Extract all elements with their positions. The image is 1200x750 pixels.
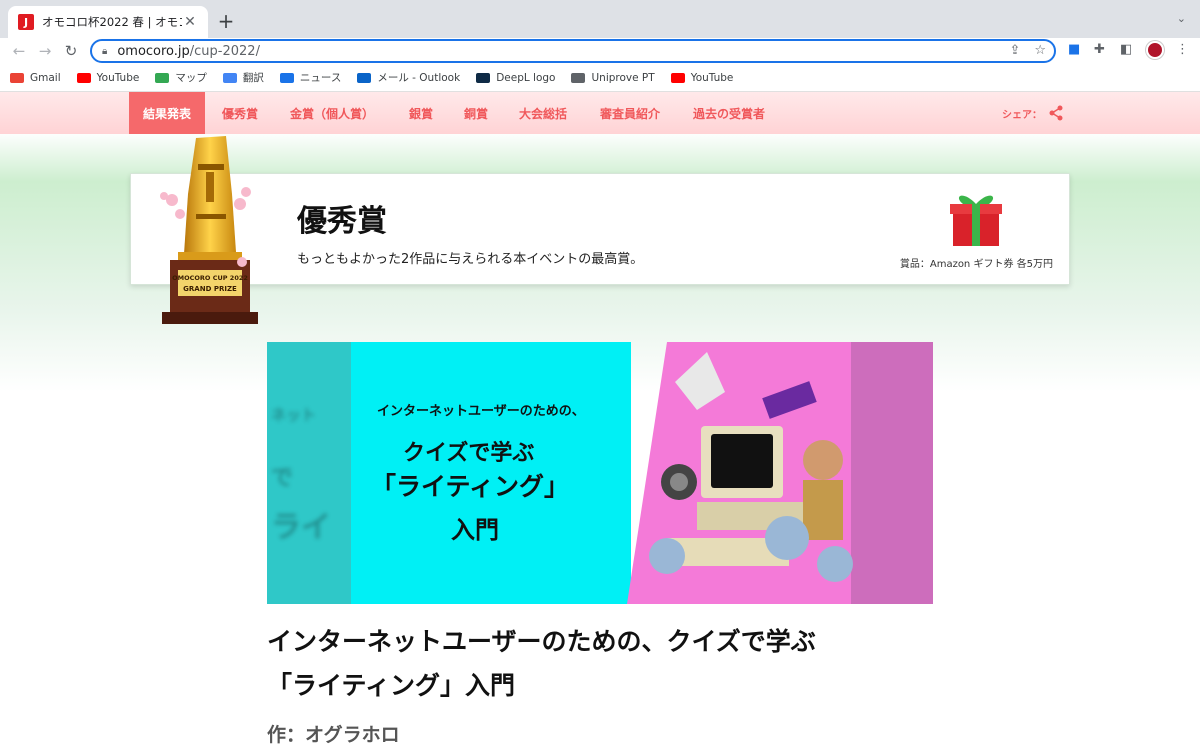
trophy-plate-line2: GRAND PRIZE	[183, 285, 237, 293]
tab-title: オモコロ杯2022 春 | オモコロ	[42, 15, 182, 29]
share-icon	[1049, 105, 1063, 121]
moai-trophy-image: OMOCORO CUP 2022 GRAND PRIZE	[160, 136, 258, 324]
nav-item-gold-award[interactable]: 金賞（個人賞）	[290, 92, 374, 134]
award-header-card: 優秀賞 もっともよかった2作品に与えられる本イベントの最高賞。 賞品：Amazo…	[130, 173, 1070, 285]
trophy-plate-line1: OMOCORO CUP 2022	[172, 274, 248, 282]
bookmark-label: メール - Outlook	[377, 72, 461, 84]
site-favicon-icon: J	[18, 14, 34, 30]
bookmark-item[interactable]: マップ	[155, 70, 207, 85]
nav-item-excellence-award[interactable]: 優秀賞	[222, 92, 258, 134]
translate-icon	[222, 72, 237, 83]
bookmark-item[interactable]: YouTube	[76, 71, 140, 84]
nav-item-results[interactable]: 結果発表	[129, 92, 206, 134]
deepl-icon	[476, 72, 491, 83]
url-host: omocoro.jp	[117, 43, 190, 59]
outlook-icon	[357, 72, 372, 83]
chat-extension-icon[interactable]: ■	[1068, 42, 1080, 57]
retro-computer-illustration	[627, 342, 933, 604]
back-icon[interactable]: ←	[6, 42, 32, 60]
banner-line-2: クイズで学ぶ	[403, 441, 535, 466]
nav-item-summary[interactable]: 大会総括	[519, 92, 567, 134]
url-path: /cup-2022/	[189, 43, 260, 59]
forward-icon[interactable]: →	[32, 42, 58, 60]
bookmark-label: マップ	[175, 72, 207, 84]
article-author: 作：オグラホロ	[267, 724, 400, 746]
nav-item-silver-award[interactable]: 銀賞	[409, 92, 433, 134]
page-content: 結果発表 優秀賞 金賞（個人賞） 銀賞 銅賞 大会総括 審査員紹介 過去の受賞者…	[0, 92, 1200, 750]
banner-line-3: 「ライティング」	[371, 472, 570, 501]
profile-avatar[interactable]	[1146, 41, 1164, 59]
maps-icon	[155, 72, 170, 83]
share-page-icon[interactable]: ⇪	[1009, 43, 1020, 58]
banner-line-4: 入門	[451, 516, 499, 544]
browser-toolbar: ← → ↻ 🔒︎ omocoro.jp/cup-2022/ ⇪ ☆ ■ ✚ ◧ …	[0, 38, 1200, 64]
article-hero-banner[interactable]: ネット で ライ インターネットユーザーのための、 クイズで学ぶ 「ライティング…	[267, 342, 933, 604]
banner-line-1: インターネットユーザーのための、	[377, 404, 585, 419]
bookmark-item[interactable]: DeepL logo	[476, 72, 555, 84]
globe-icon	[571, 72, 586, 83]
browser-tab[interactable]: J オモコロ杯2022 春 | オモコロ ✕	[8, 6, 208, 38]
bookmark-item[interactable]: Gmail	[10, 72, 61, 84]
article-title-line-2: 「ライティング」入門	[267, 671, 516, 700]
prize-text: 賞品：Amazon ギフト券 各5万円	[899, 259, 1053, 270]
extensions-puzzle-icon[interactable]: ✚	[1094, 42, 1105, 57]
bookmark-label: ニュース	[299, 72, 342, 84]
award-description: もっともよかった2作品に与えられる本イベントの最高賞。	[297, 252, 644, 267]
bookmark-item[interactable]: メール - Outlook	[357, 70, 460, 85]
close-tab-icon[interactable]: ✕	[182, 14, 198, 30]
share-label: シェア：	[1002, 109, 1042, 121]
news-icon	[279, 72, 294, 83]
youtube-icon	[76, 72, 91, 83]
tab-search-chevron-icon[interactable]: ⌄	[1177, 12, 1186, 25]
share-button[interactable]: シェア：	[1002, 92, 1064, 134]
new-tab-icon[interactable]: +	[216, 9, 236, 33]
reload-icon[interactable]: ↻	[58, 42, 84, 60]
bookmark-item[interactable]: 翻訳	[222, 70, 264, 85]
site-nav: 結果発表 優秀賞 金賞（個人賞） 銀賞 銅賞 大会総括 審査員紹介 過去の受賞者…	[0, 92, 1200, 134]
nav-item-judges[interactable]: 審査員紹介	[600, 92, 660, 134]
bookmark-item[interactable]: YouTube	[670, 71, 734, 84]
lock-icon[interactable]: 🔒︎	[102, 46, 107, 57]
banner-blurred-left-strip: ネット で ライ	[267, 342, 351, 604]
gmail-icon	[10, 72, 24, 83]
bookmark-label: 翻訳	[242, 72, 264, 84]
tab-strip: J オモコロ杯2022 春 | オモコロ ✕ + ⌄	[0, 0, 1200, 38]
nav-item-past-winners[interactable]: 過去の受賞者	[693, 92, 765, 134]
gift-box-icon	[950, 195, 1002, 246]
article-title-line-1: インターネットユーザーのための、クイズで学ぶ	[267, 627, 816, 656]
bookmark-label: YouTube	[690, 71, 734, 84]
article-title[interactable]: インターネットユーザーのための、クイズで学ぶ 「ライティング」入門	[267, 620, 967, 708]
side-panel-icon[interactable]: ◧	[1120, 42, 1132, 57]
address-bar[interactable]: 🔒︎ omocoro.jp/cup-2022/ ⇪ ☆	[90, 39, 1056, 63]
bookmark-label: Uniprove PT	[591, 71, 655, 84]
award-title: 優秀賞	[297, 204, 387, 239]
bookmark-label: YouTube	[96, 71, 140, 84]
bookmark-item[interactable]: ニュース	[279, 70, 342, 85]
nav-item-bronze-award[interactable]: 銅賞	[464, 92, 488, 134]
menu-kebab-icon[interactable]: ⋮	[1176, 42, 1189, 57]
bookmarks-bar: Gmail YouTube マップ 翻訳 ニュース メール - Outlook DeepL …	[0, 64, 1200, 92]
bookmark-star-icon[interactable]: ☆	[1034, 43, 1046, 58]
bookmark-label: DeepL logo	[496, 71, 556, 84]
youtube-icon	[670, 72, 685, 83]
bookmark-item[interactable]: Uniprove PT	[571, 71, 655, 84]
bookmark-label: Gmail	[30, 71, 61, 84]
